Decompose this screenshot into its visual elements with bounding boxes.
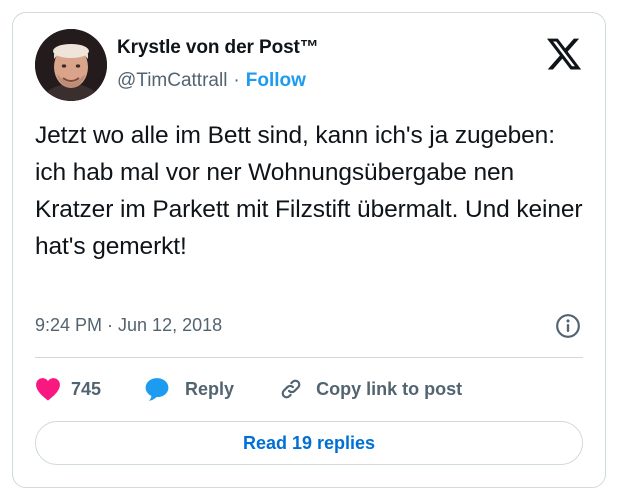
avatar[interactable]: [35, 29, 107, 101]
heart-icon: [36, 378, 60, 401]
speech-bubble-icon: [145, 378, 169, 401]
avatar-image: [35, 29, 107, 101]
link-icon: [281, 379, 301, 399]
author-name[interactable]: Krystle von der Post™: [117, 37, 319, 59]
info-icon[interactable]: [555, 313, 581, 339]
tweet-timestamp[interactable]: 9:24 PM · Jun 12, 2018: [35, 315, 222, 336]
separator: ·: [233, 70, 240, 91]
reply-label: Reply: [185, 378, 235, 399]
action-bar: 745 Reply Copy link to post: [35, 371, 462, 407]
copy-link-button[interactable]: Copy link to post: [278, 376, 462, 402]
tweet-card: Krystle von der Post™ @TimCattrall · Fol…: [12, 12, 606, 488]
like-count: 745: [71, 378, 102, 399]
tweet-text: Jetzt wo alle im Bett sind, kann ich's j…: [35, 122, 583, 260]
like-button[interactable]: 745: [35, 377, 101, 401]
reply-button[interactable]: Reply: [143, 376, 234, 402]
copy-link-label: Copy link to post: [316, 378, 463, 399]
x-logo-icon[interactable]: [545, 35, 583, 73]
divider: [35, 357, 583, 358]
read-replies-button[interactable]: Read 19 replies: [35, 421, 583, 465]
author-handle[interactable]: @TimCattrall: [117, 70, 227, 92]
author-meta: @TimCattrall · Follow: [117, 70, 306, 92]
follow-button[interactable]: Follow: [246, 70, 306, 92]
